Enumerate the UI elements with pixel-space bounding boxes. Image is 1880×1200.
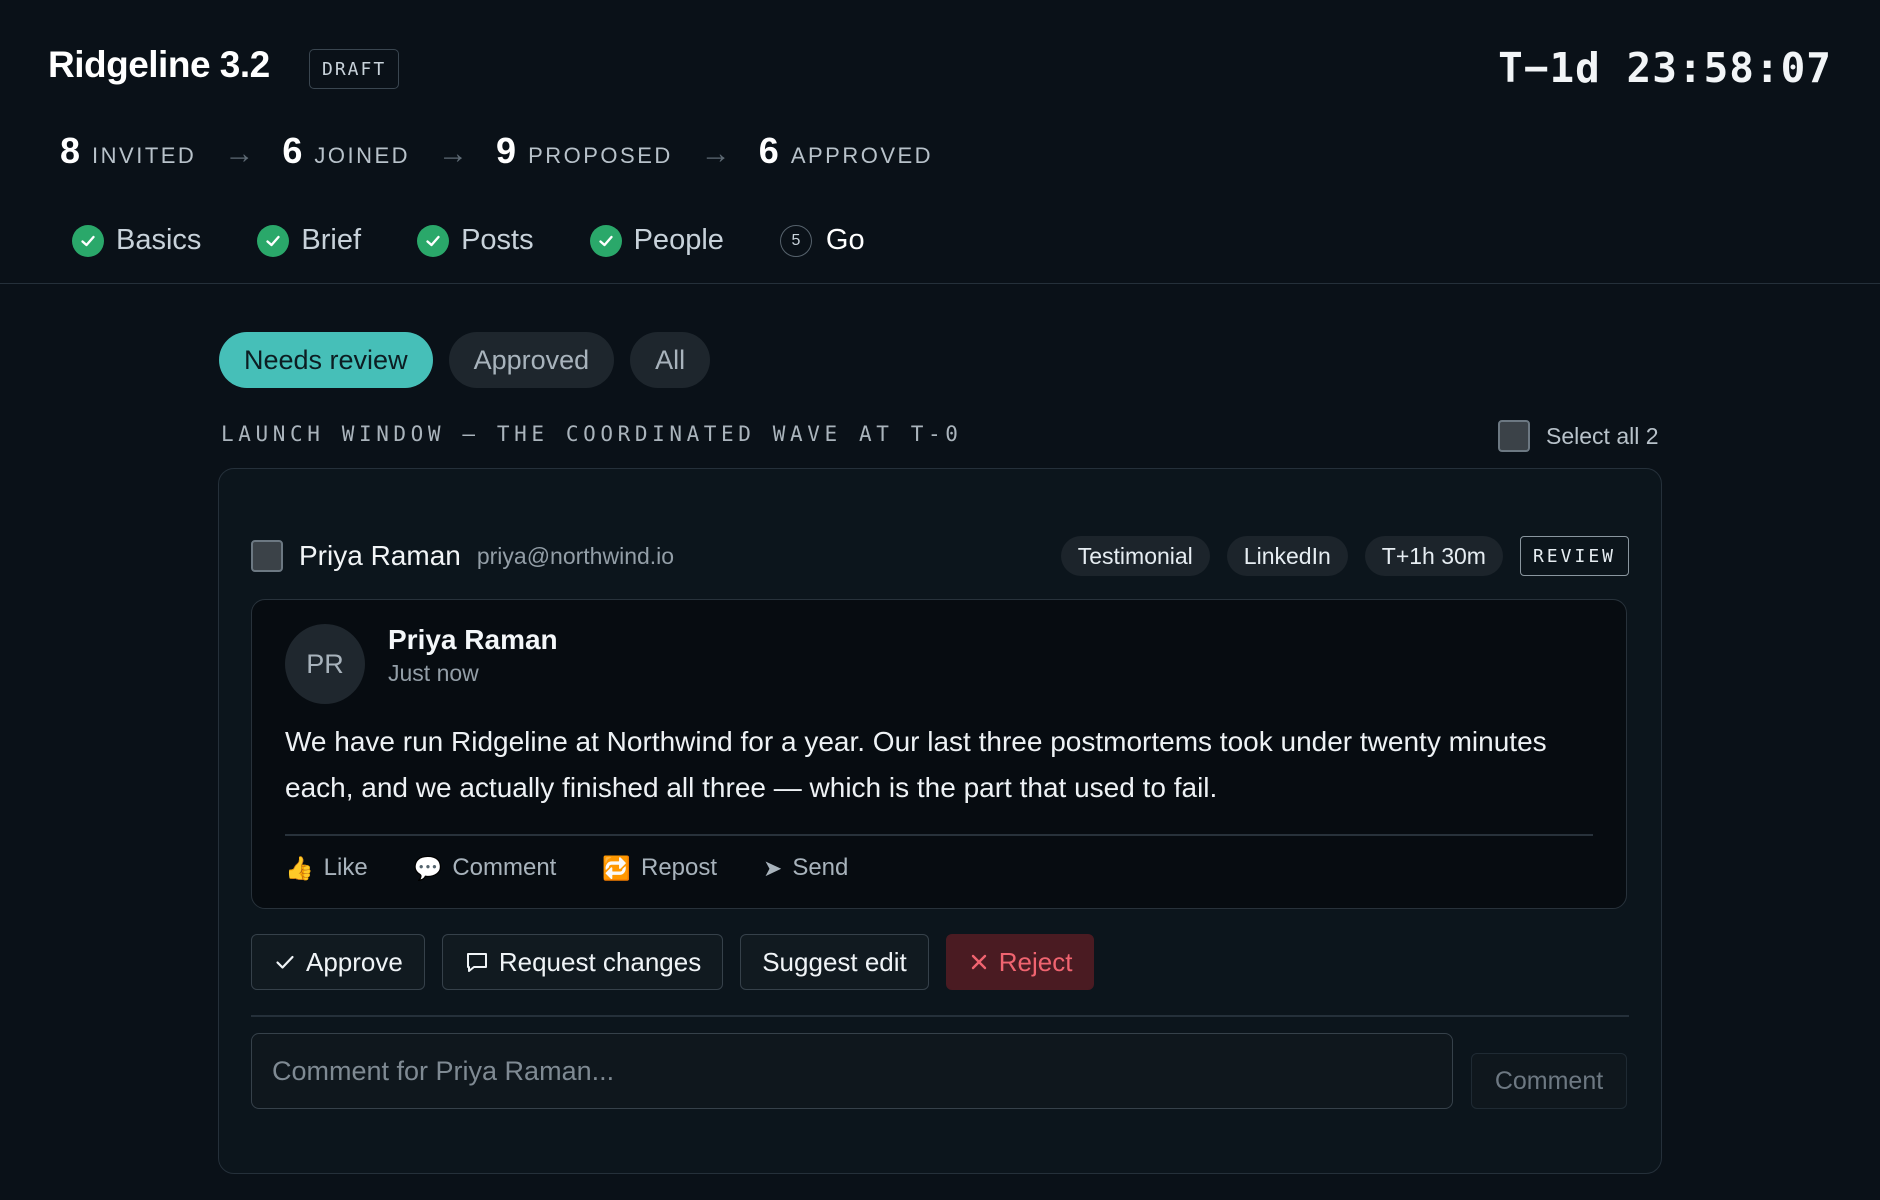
launch-countdown: T−1d 23:58:07 [1498,44,1832,92]
funnel-invited: 8 INVITED [60,130,196,172]
thumbs-up-icon: 👍 [285,854,314,881]
funnel-approved: 6 APPROVED [759,130,933,172]
type-chip: Testimonial [1060,536,1210,576]
reject-button[interactable]: Reject [945,934,1095,990]
app-header: Ridgeline 3.2 DRAFT T−1d 23:58:07 8 INVI… [0,0,1880,284]
page-title: Ridgeline 3.2 [48,44,270,85]
comment-submit-button[interactable]: Comment [1471,1053,1627,1109]
row-select-checkbox[interactable] [251,540,283,572]
suggest-edit-button[interactable]: Suggest edit [740,934,929,990]
like-action[interactable]: 👍 Like [285,854,368,882]
divider [251,1015,1629,1017]
post-timestamp: Just now [388,660,479,686]
review-card: Priya Raman priya@northwind.io Testimoni… [218,468,1662,1174]
button-label: Request changes [498,946,702,977]
participant-funnel: 8 INVITED → 6 JOINED → 9 PROPOSED → 6 AP… [60,130,933,172]
post-tags: Testimonial LinkedIn T+1h 30m REVIEW [1044,536,1629,576]
reaction-label: Like [323,854,368,881]
post-preview: PR Priya Raman Just now We have run Ridg… [251,599,1627,909]
step-basics[interactable]: Basics [72,224,201,257]
funnel-label: APPROVED [790,143,934,168]
funnel-count: 6 [282,130,303,171]
comment-input[interactable] [251,1033,1453,1109]
author-email: priya@northwind.io [476,542,675,569]
author-name: Priya Raman [299,540,461,571]
check-circle-icon [257,224,290,257]
tab-approved[interactable]: Approved [448,332,615,388]
review-actions: Approve Request changes Suggest edit Rej… [251,934,1111,990]
step-people[interactable]: People [589,224,724,257]
arrow-right-icon: → [224,137,255,170]
message-square-icon [466,953,487,972]
reaction-label: Comment [452,854,557,881]
step-label: Brief [301,224,362,256]
button-label: Suggest edit [762,946,907,977]
funnel-count: 9 [496,130,517,171]
check-circle-icon [72,224,104,257]
post-body: We have run Ridgeline at Northwind for a… [285,726,1547,803]
funnel-joined: 6 JOINED [282,130,410,172]
reaction-label: Repost [640,854,718,881]
button-label: Approve [306,946,403,977]
button-label: Reject [998,946,1073,977]
timing-chip: T+1h 30m [1364,536,1503,576]
request-changes-button[interactable]: Request changes [441,934,724,990]
divider [285,834,1593,836]
select-all-label: Select all 2 [1546,422,1659,449]
funnel-count: 8 [60,130,81,171]
repost-action[interactable]: 🔁 Repost [602,854,717,882]
post-author: Priya Raman [388,624,558,655]
funnel-count: 6 [758,130,779,171]
funnel-label: INVITED [92,143,197,168]
arrow-right-icon: → [700,137,731,170]
review-filter-tabs: Needs review Approved All [219,332,726,388]
tab-needs-review[interactable]: Needs review [219,332,433,388]
step-brief[interactable]: Brief [257,224,361,257]
step-label: Go [825,224,865,256]
wizard-steps: Basics Brief Posts People 5 Go [72,224,921,257]
close-icon [971,954,986,970]
tab-all[interactable]: All [630,332,711,388]
step-number: 5 [779,224,812,257]
section-heading: LAUNCH WINDOW — THE COORDINATED WAVE AT … [221,422,963,446]
send-action[interactable]: ➤ Send [763,854,848,882]
comment-action[interactable]: 💬 Comment [414,854,557,882]
funnel-proposed: 9 PROPOSED [496,130,673,172]
step-label: Posts [461,224,534,256]
arrow-right-icon: → [438,137,469,170]
step-label: Basics [116,224,202,256]
funnel-label: PROPOSED [528,143,673,168]
reaction-label: Send [792,854,849,881]
post-reactions: 👍 Like 💬 Comment 🔁 Repost ➤ Send [285,850,894,886]
repost-icon: 🔁 [602,854,631,881]
status-badge: DRAFT [309,49,400,89]
speech-bubble-icon: 💬 [413,854,443,881]
avatar: PR [285,624,365,704]
review-status-badge: REVIEW [1519,536,1629,576]
select-all-control[interactable]: Select all 2 [1498,420,1659,452]
funnel-label: JOINED [314,143,411,168]
channel-chip: LinkedIn [1226,536,1348,576]
approve-button[interactable]: Approve [251,934,425,990]
check-icon [276,955,294,969]
send-arrow-icon: ➤ [763,854,783,881]
step-label: People [633,224,724,256]
step-go[interactable]: 5 Go [779,224,865,257]
check-circle-icon [417,224,450,257]
check-circle-icon [589,224,622,257]
step-posts[interactable]: Posts [417,224,534,257]
card-header: Priya Raman priya@northwind.io Testimoni… [251,535,1629,577]
select-all-checkbox[interactable] [1498,420,1530,452]
